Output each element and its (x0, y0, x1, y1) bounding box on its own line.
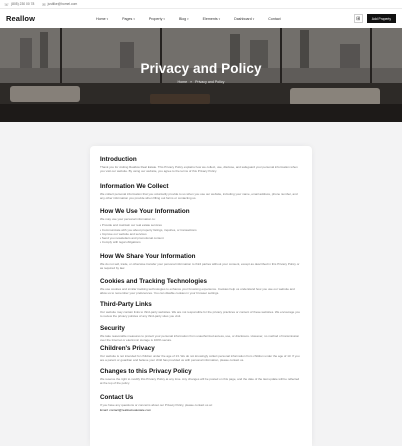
section-heading: How We Use Your Information (100, 208, 190, 215)
section-text: If you have any questions or concerns ab… (100, 403, 213, 407)
mail-icon: ✉ (42, 1, 46, 7)
nav-item-pages[interactable]: Pages ▾ (122, 17, 135, 21)
main-nav: Home ▾ Pages ▾ Property ▾ Blog ▾ Element… (96, 17, 281, 21)
section-contact-us: Contact Us If you have any questions or … (100, 394, 302, 424)
nav-label: Dashboard (234, 16, 252, 21)
add-property-button[interactable]: Add Property (366, 14, 396, 23)
nav-item-dashboard[interactable]: Dashboard ▾ (234, 17, 254, 21)
breadcrumb-home[interactable]: Home (178, 80, 188, 84)
section-text: We do not sell, trade, or otherwise tran… (100, 262, 300, 271)
chevron-down-icon: ▾ (133, 16, 135, 21)
email-address: justlike@homel.com (47, 2, 78, 6)
section-heading: Changes to this Privacy Policy (100, 368, 192, 375)
nav-label: Contact (268, 16, 281, 21)
nav-label: Pages (122, 16, 133, 21)
email-info[interactable]: ✉ justlike@homel.com (42, 2, 77, 7)
section-heading: Third-Party Links (100, 301, 152, 308)
section-childrens-privacy: Children's Privacy Our website is not in… (100, 345, 302, 368)
use-list: Provide and maintain our real estate ser… (100, 223, 302, 244)
nav-label: Elements (202, 16, 218, 21)
chevron-down-icon: ▾ (163, 16, 165, 21)
section-policy-changes: Changes to this Privacy Policy We reserv… (100, 368, 302, 394)
section-text: We reserve the right to modify this Priv… (100, 377, 300, 386)
section-third-party-links: Third-Party Links Our website may contai… (100, 301, 302, 325)
section-heading: Security (100, 325, 125, 332)
grid-menu-button[interactable]: ⊞ (353, 14, 363, 23)
page-hero: Privacy and Policy Home » Privacy and Po… (0, 28, 402, 122)
nav-item-blog[interactable]: Blog ▾ (179, 17, 189, 21)
contact-email-link[interactable]: contact@reallowrealestate.com (109, 408, 151, 412)
page-title: Privacy and Policy (140, 61, 262, 76)
section-text: Our website may contain links to third-p… (100, 310, 300, 319)
main-header: Reallow Home ▾ Pages ▾ Property ▾ Blog ▾… (0, 9, 402, 28)
section-information-we-collect: Information We Collect We collect person… (100, 183, 302, 208)
section-text: We take reasonable measures to protect y… (100, 334, 300, 343)
section-heading: How We Share Your Information (100, 253, 196, 260)
section-heading: Cookies and Tracking Technologies (100, 278, 207, 285)
chevron-down-icon: ▾ (218, 16, 221, 21)
header-actions: ⊞ Add Property (353, 14, 396, 23)
section-heading: Introduction (100, 156, 137, 163)
section-introduction: Introduction Thank you for visiting Real… (100, 156, 302, 183)
email-label: Email: (100, 408, 109, 413)
nav-label: Blog (178, 16, 187, 21)
section-security: Security We take reasonable measures to … (100, 325, 302, 345)
policy-content-card: Introduction Thank you for visiting Real… (90, 146, 312, 446)
list-item: Comply with legal obligations (100, 240, 302, 244)
contact-email-line: Email: contact@reallowrealestate.com (100, 408, 302, 412)
nav-item-property[interactable]: Property ▾ (149, 17, 165, 21)
nav-item-contact[interactable]: Contact (268, 17, 280, 21)
section-heading: Contact Us (100, 394, 134, 401)
section-text: We collect personal information that you… (100, 192, 298, 201)
section-how-we-share: How We Share Your Information We do not … (100, 253, 302, 278)
chevron-down-icon: ▾ (187, 16, 189, 21)
nav-item-home[interactable]: Home ▾ (96, 17, 108, 21)
top-info-bar: ☏ (805) 230 00 78 ✉ justlike@homel.com (0, 0, 402, 9)
section-text: Thank you for visiting Reallow Real Esta… (100, 165, 298, 174)
nav-label: Property (148, 16, 163, 21)
section-text: We use cookies and similar tracking tech… (100, 287, 295, 296)
phone-info[interactable]: ☏ (805) 230 00 78 (4, 2, 34, 7)
section-heading: Information We Collect (100, 183, 169, 190)
section-heading: Children's Privacy (100, 345, 155, 352)
nav-item-elements[interactable]: Elements ▾ (203, 17, 221, 21)
section-text: We may use your personal information to: (100, 217, 156, 221)
grid-icon: ⊞ (356, 15, 361, 22)
chevron-down-icon: ▾ (252, 16, 255, 21)
nav-label: Home (96, 16, 106, 21)
chevron-down-icon: ▾ (106, 16, 109, 21)
breadcrumb: Home » Privacy and Policy (0, 80, 402, 84)
section-how-we-use: How We Use Your Information We may use y… (100, 208, 302, 253)
phone-icon: ☏ (4, 1, 10, 7)
breadcrumb-current: Privacy and Policy (195, 80, 225, 84)
breadcrumb-separator: » (190, 80, 193, 84)
section-text: Our website is not intended for children… (100, 354, 300, 363)
phone-number: (805) 230 00 78 (11, 2, 35, 6)
section-cookies: Cookies and Tracking Technologies We use… (100, 278, 302, 301)
site-logo[interactable]: Reallow (6, 14, 96, 23)
